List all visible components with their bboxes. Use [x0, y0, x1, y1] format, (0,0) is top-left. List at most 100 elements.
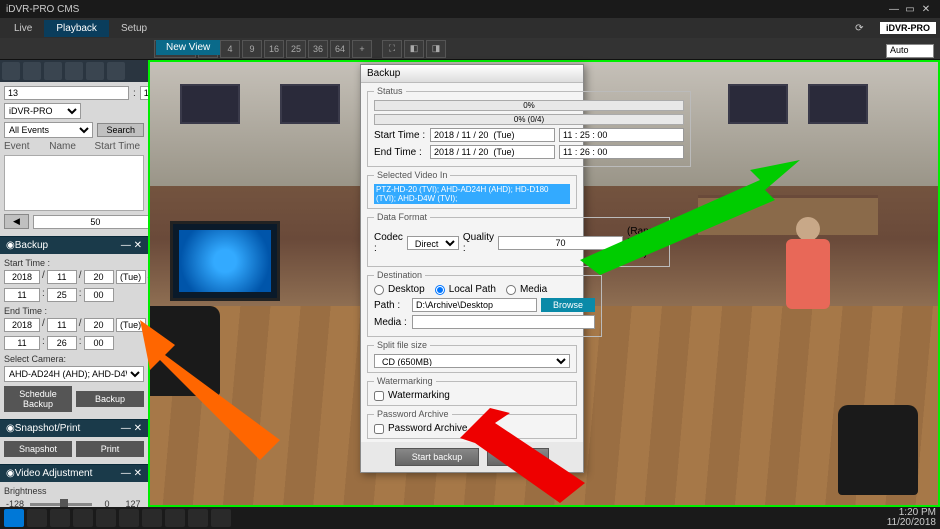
sidebar-icon-row	[0, 60, 148, 82]
time-m[interactable]	[140, 86, 148, 100]
bk-eh[interactable]	[4, 336, 40, 350]
disk-icon[interactable]	[107, 62, 125, 80]
grid-4-button[interactable]: 4	[220, 40, 240, 58]
password-check[interactable]: Password Archive	[374, 423, 570, 434]
page-input[interactable]	[33, 215, 148, 229]
bk-emo[interactable]	[47, 318, 77, 332]
start-button[interactable]	[4, 509, 24, 527]
auto-dropdown[interactable]: Auto	[886, 44, 934, 58]
snapshot-button[interactable]: Snapshot	[4, 441, 72, 457]
bk-sd[interactable]	[84, 270, 114, 284]
desktop-radio[interactable]: Desktop	[374, 284, 425, 295]
minimize-icon[interactable]: —	[886, 4, 902, 15]
progress-1: 0%	[374, 100, 684, 111]
app3-icon[interactable]	[188, 509, 208, 527]
grid-64-button[interactable]: 64	[330, 40, 350, 58]
m-end-date[interactable]	[430, 145, 555, 159]
grid-9-button[interactable]: 9	[242, 40, 262, 58]
bk-smo[interactable]	[47, 270, 77, 284]
bk-sm[interactable]	[47, 288, 77, 302]
prev-page-button[interactable]: ◀	[4, 214, 29, 229]
layout-a-icon[interactable]: ◧	[404, 40, 424, 58]
bk-em[interactable]	[47, 336, 77, 350]
snapshot-header[interactable]: ◉ Snapshot/Print— ✕	[0, 419, 148, 437]
cancel-button[interactable]: Cancel	[487, 448, 549, 466]
fullscreen-icon[interactable]: ⛶	[382, 40, 402, 58]
search-button[interactable]: Search	[97, 123, 144, 137]
dvr-select[interactable]: iDVR-PRO	[4, 103, 81, 119]
grid-25-button[interactable]: 25	[286, 40, 306, 58]
camera-icon[interactable]	[86, 62, 104, 80]
app4-icon[interactable]	[211, 509, 231, 527]
search-taskbar-icon[interactable]	[27, 509, 47, 527]
watermark-check[interactable]: Watermarking	[374, 390, 570, 401]
taskbar[interactable]: 1:20 PM11/20/2018	[0, 507, 940, 529]
bk-ed[interactable]	[84, 318, 114, 332]
new-view-tab[interactable]: New View	[156, 40, 220, 55]
backup-button[interactable]: Backup	[76, 391, 144, 407]
bk-ey[interactable]	[4, 318, 40, 332]
bk-sh[interactable]	[4, 288, 40, 302]
grid-more-button[interactable]: +	[352, 40, 372, 58]
bk-ss[interactable]	[84, 288, 114, 302]
backup-header[interactable]: ◉ Backup— ✕	[0, 236, 148, 254]
edge-icon[interactable]	[96, 509, 116, 527]
brightness-slider[interactable]	[30, 503, 92, 506]
m-start-time[interactable]	[559, 128, 684, 142]
event-filter[interactable]: All Events	[4, 122, 93, 138]
sidebar: : : iDVR-PRO All Events Search Event Nam…	[0, 60, 148, 507]
app2-icon[interactable]	[165, 509, 185, 527]
localpath-radio[interactable]: Local Path	[435, 284, 496, 295]
bk-sy[interactable]	[4, 270, 40, 284]
tab-live[interactable]: Live	[2, 20, 44, 37]
tray-clock[interactable]: 1:20 PM11/20/2018	[887, 508, 936, 528]
selected-cameras[interactable]: PTZ-HD-20 (TVI); AHD-AD24H (AHD); HD-D18…	[374, 184, 570, 204]
start-label: Start Time :	[4, 258, 144, 268]
tab-setup[interactable]: Setup	[109, 20, 159, 37]
brand-badge: iDVR-PRO	[880, 22, 936, 34]
start-backup-button[interactable]: Start backup	[395, 448, 480, 466]
media-input[interactable]	[412, 315, 595, 329]
globe-icon[interactable]	[44, 62, 62, 80]
maximize-icon[interactable]: ▭	[902, 4, 918, 15]
brightness-label: Brightness	[4, 486, 144, 496]
quality-input[interactable]	[498, 236, 623, 250]
chrome-icon[interactable]	[119, 509, 139, 527]
print-button[interactable]: Print	[76, 441, 144, 457]
person-object	[778, 217, 838, 397]
time-h[interactable]	[4, 86, 129, 100]
refresh-icon[interactable]: ⟳	[843, 20, 875, 37]
app1-icon[interactable]	[142, 509, 162, 527]
taskview-icon[interactable]	[50, 509, 70, 527]
col-event: Event	[4, 141, 45, 152]
cam1-icon[interactable]	[2, 62, 20, 80]
split-select[interactable]: CD (650MB)	[374, 354, 570, 368]
browse-button[interactable]: Browse	[541, 298, 595, 312]
pa-legend: Password Archive	[374, 409, 452, 419]
camera-select[interactable]: AHD-AD24H (AHD); AHD-D4W (TVI); H...	[4, 366, 144, 382]
grid-16-button[interactable]: 16	[264, 40, 284, 58]
dialog-title: Backup	[361, 65, 583, 83]
m-start-date[interactable]	[430, 128, 555, 142]
status-legend: Status	[374, 86, 406, 96]
tv-object	[170, 221, 280, 301]
path-input[interactable]	[412, 298, 537, 312]
media-radio[interactable]: Media	[506, 284, 547, 295]
grid-36-button[interactable]: 36	[308, 40, 328, 58]
dfmt-legend: Data Format	[374, 212, 430, 222]
close-icon[interactable]: ✕	[918, 4, 934, 15]
bk-es[interactable]	[84, 336, 114, 350]
adjust-panel: Brightness -1280127 Contrast -1280127 Sh…	[0, 482, 148, 507]
cam2-icon[interactable]	[23, 62, 41, 80]
results-list[interactable]	[4, 155, 144, 211]
tab-playback[interactable]: Playback	[44, 20, 109, 37]
schedule-backup-button[interactable]: Schedule Backup	[4, 386, 72, 412]
codec-select[interactable]: Direct	[407, 236, 459, 250]
m-end-time[interactable]	[559, 145, 684, 159]
cam3-icon[interactable]	[65, 62, 83, 80]
adjust-header[interactable]: ◉ Video Adjustment— ✕	[0, 464, 148, 482]
explorer-icon[interactable]	[73, 509, 93, 527]
layout-b-icon[interactable]: ◨	[426, 40, 446, 58]
cam-label: Select Camera:	[4, 354, 144, 364]
bk-sdw	[116, 270, 146, 284]
